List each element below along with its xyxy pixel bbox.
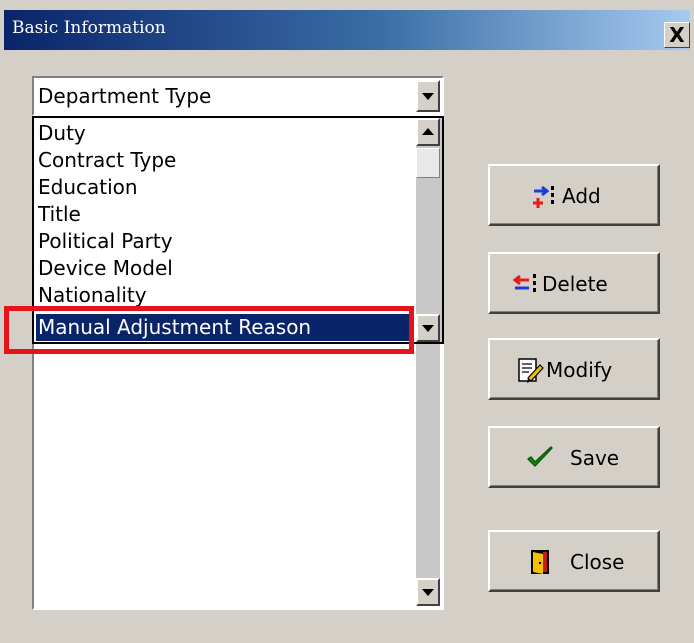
delete-icon bbox=[512, 274, 536, 292]
close-button[interactable]: Close bbox=[488, 530, 660, 592]
modify-button[interactable]: Modify bbox=[488, 338, 660, 400]
dropdown-item[interactable]: Contract Type bbox=[38, 147, 176, 174]
dropdown-item[interactable]: Political Party bbox=[38, 228, 173, 255]
dropdown-scroll-down-button[interactable] bbox=[416, 314, 440, 342]
dropdown-item[interactable]: Duty bbox=[38, 120, 86, 147]
close-window-button[interactable]: X bbox=[664, 22, 690, 48]
modify-button-label: Modify bbox=[546, 358, 613, 382]
dropdown-item[interactable]: Title bbox=[38, 201, 81, 228]
chevron-up-icon bbox=[422, 128, 434, 135]
scroll-down-button[interactable] bbox=[416, 578, 440, 606]
add-button-label: Add bbox=[562, 184, 601, 208]
dropdown-scroll-up-button[interactable] bbox=[416, 118, 440, 146]
dropdown-scroll-thumb[interactable] bbox=[416, 148, 440, 178]
highlight-box bbox=[4, 306, 414, 354]
title-bar: Basic Information X bbox=[4, 10, 690, 50]
checkmark-icon bbox=[527, 446, 553, 467]
window-title: Basic Information bbox=[12, 18, 166, 38]
combo-dropdown-button[interactable] bbox=[416, 80, 440, 112]
chevron-down-icon bbox=[422, 325, 434, 332]
delete-button-label: Delete bbox=[542, 272, 608, 296]
chevron-down-icon bbox=[422, 93, 434, 100]
category-combobox[interactable]: Department Type bbox=[32, 76, 444, 116]
dropdown-item[interactable]: Nationality bbox=[38, 282, 147, 309]
add-icon bbox=[533, 185, 554, 208]
modify-icon bbox=[518, 358, 544, 383]
dropdown-item[interactable]: Education bbox=[38, 174, 138, 201]
door-exit-icon bbox=[531, 550, 549, 574]
dropdown-item[interactable]: Device Model bbox=[38, 255, 173, 282]
add-button[interactable]: Add bbox=[488, 164, 660, 226]
close-button-label: Close bbox=[570, 550, 625, 574]
combo-selected-value: Department Type bbox=[38, 84, 212, 108]
basic-information-dialog: Basic Information X Department Type Duty… bbox=[0, 0, 694, 643]
save-button-label: Save bbox=[570, 446, 620, 470]
chevron-down-icon bbox=[422, 589, 434, 596]
delete-button[interactable]: Delete bbox=[488, 252, 660, 314]
save-button[interactable]: Save bbox=[488, 426, 660, 488]
dropdown-scrollbar[interactable] bbox=[416, 118, 442, 342]
